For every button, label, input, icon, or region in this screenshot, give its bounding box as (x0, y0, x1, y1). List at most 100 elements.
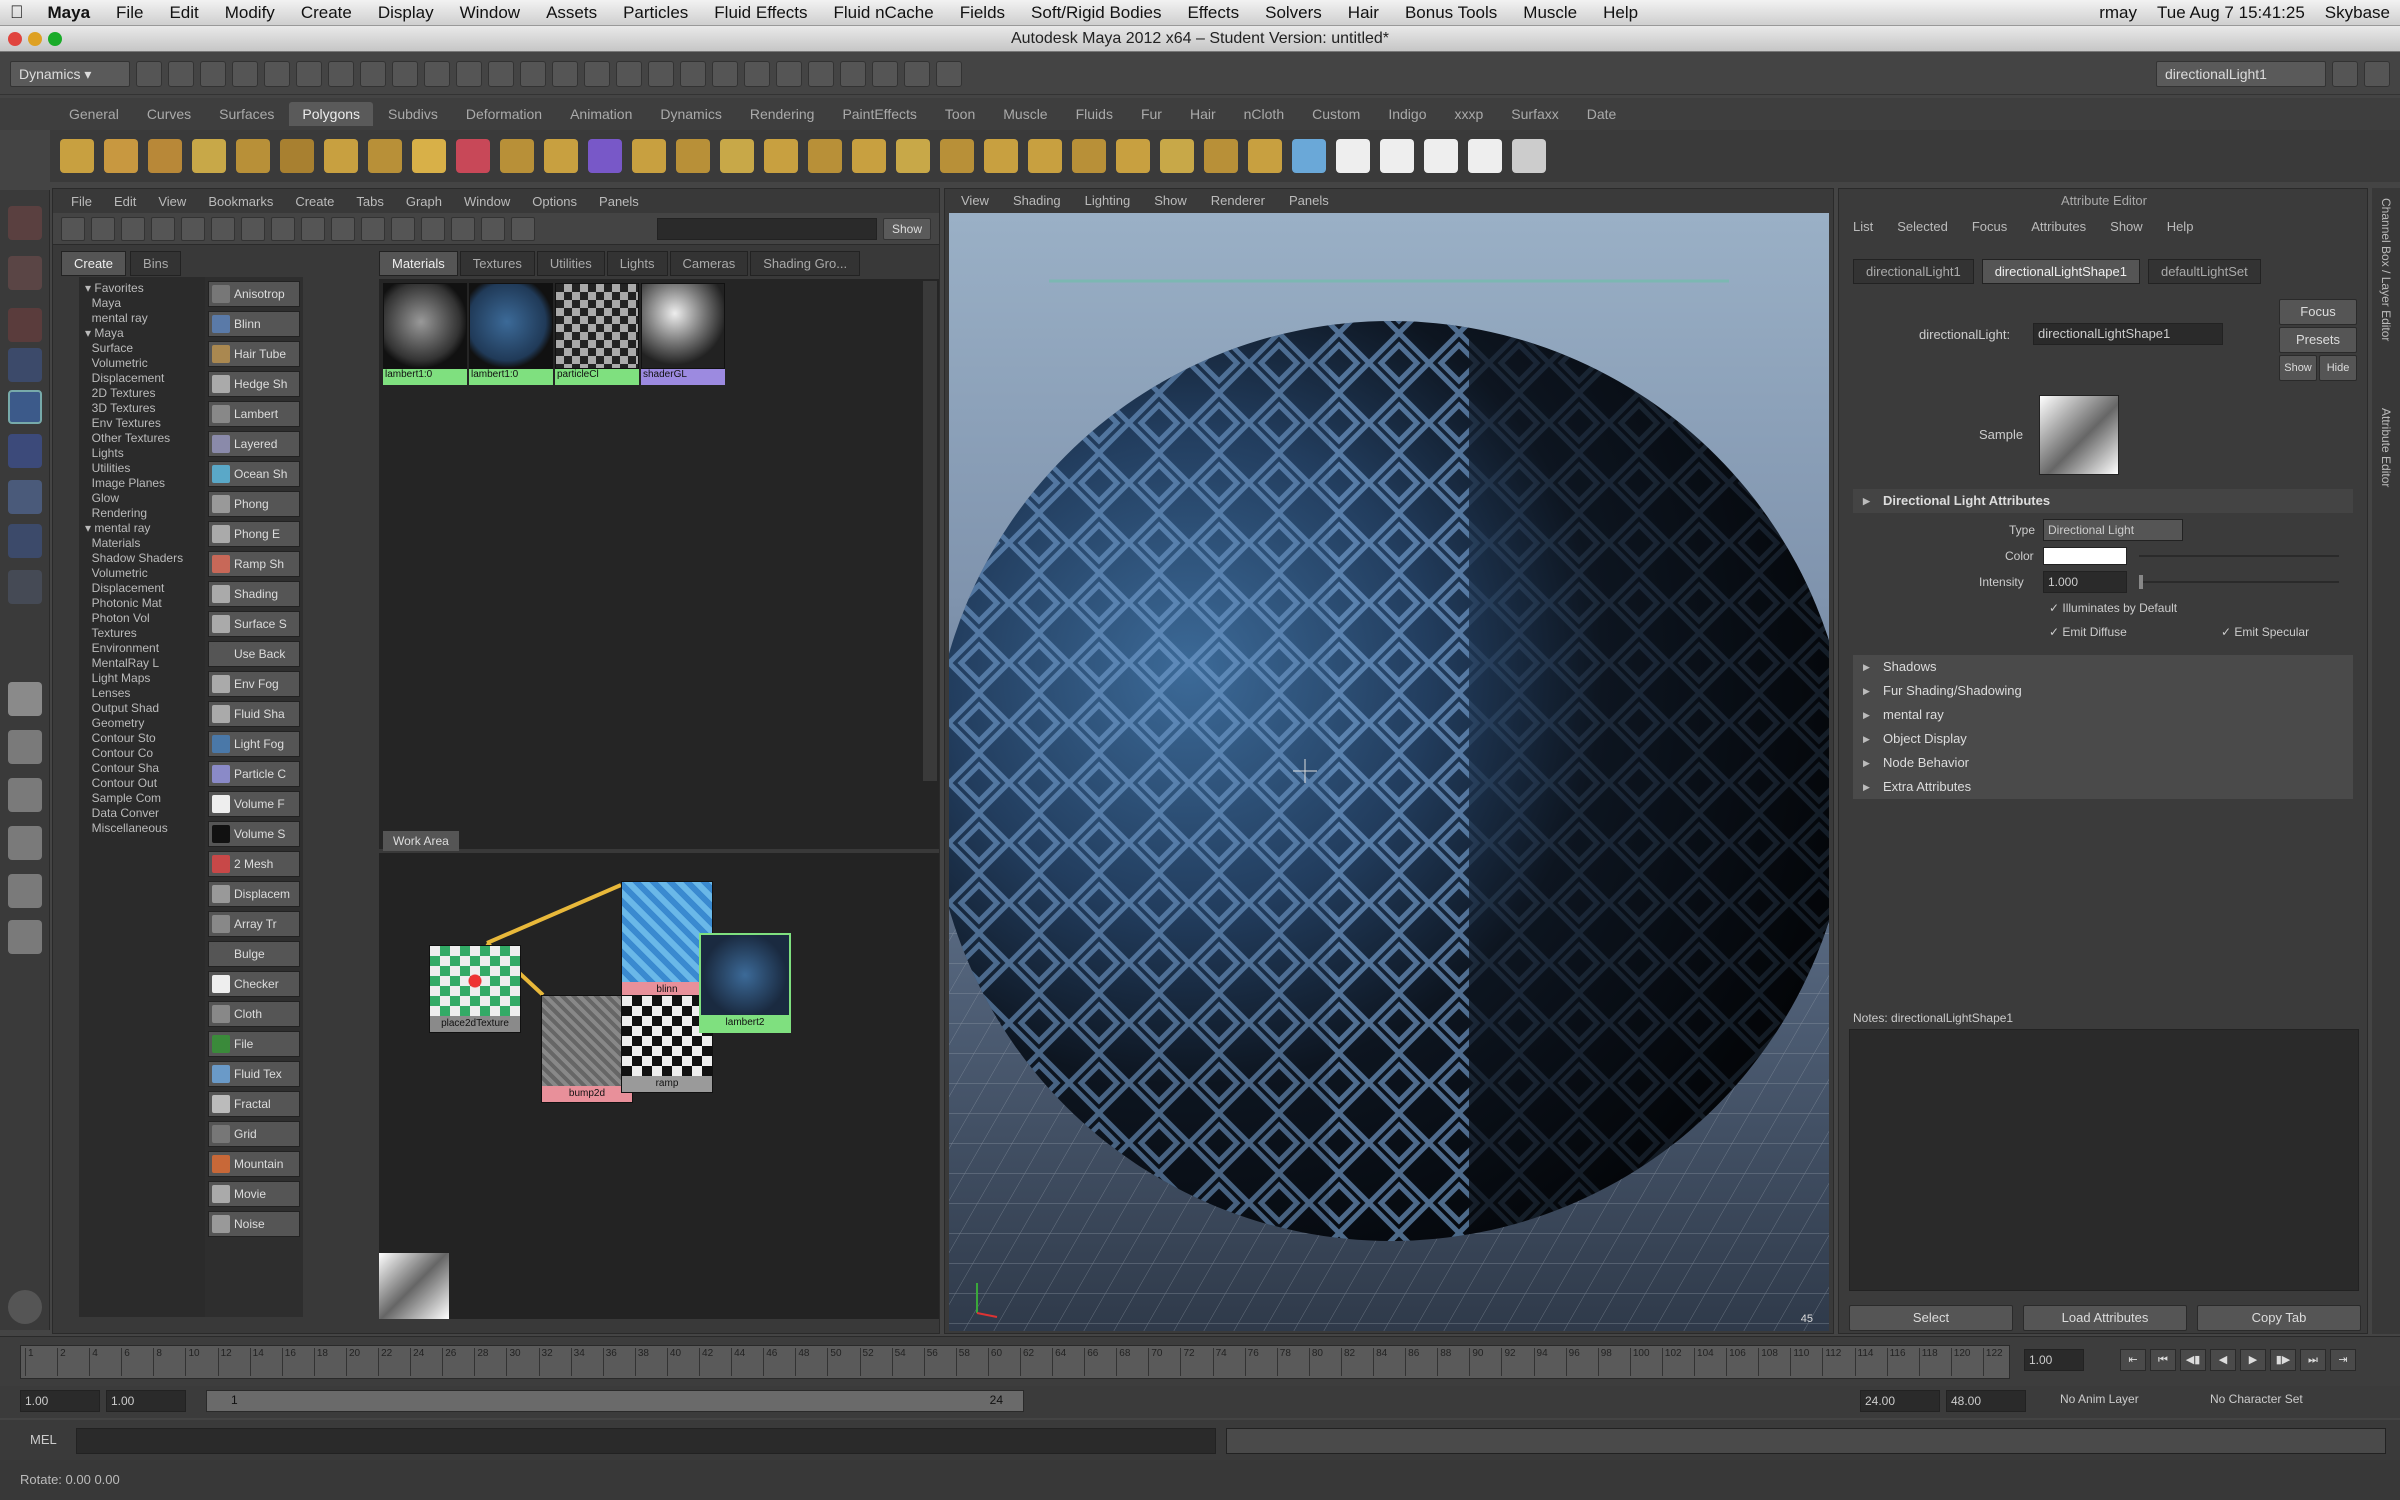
playback-control-button[interactable]: ▶ (2240, 1349, 2266, 1371)
minimize-window-button[interactable] (28, 32, 42, 46)
create-node-button[interactable]: Noise (208, 1211, 300, 1237)
rotate-tool-icon[interactable] (8, 390, 42, 424)
shelf-tab[interactable]: Fluids (1063, 102, 1126, 126)
status-line-button[interactable] (840, 60, 866, 87)
time-slider[interactable]: 1 2 4 6 8 10 12 14 16 18 20 22 24 26 28 30 32 34 36 38 40 42 4… (0, 1336, 2400, 1386)
shelf-tab[interactable]: Toon (932, 102, 988, 126)
shelf-tool-icon[interactable] (676, 139, 710, 173)
shelf-tab[interactable]: Hair (1177, 102, 1229, 126)
create-node-button[interactable]: Hedge Sh (208, 371, 300, 397)
hypershade-menu-item[interactable]: Tabs (356, 194, 383, 209)
hypershade-toolbar-button[interactable] (451, 216, 475, 241)
playback-control-button[interactable]: ⏭ (2300, 1349, 2326, 1371)
load-attributes-button[interactable]: Load Attributes (2023, 1305, 2187, 1331)
viewport-menu-item[interactable]: Shading (1013, 193, 1061, 209)
shelf-tab[interactable]: Animation (557, 102, 645, 126)
status-line-button[interactable] (584, 60, 610, 87)
mac-menu-item[interactable]: Muscle (1523, 3, 1577, 23)
playback-start-field[interactable]: 1.00 (106, 1390, 186, 1412)
create-node-button[interactable]: Anisotrop (208, 281, 300, 307)
hypershade-material-tab[interactable]: Cameras (669, 251, 749, 276)
ae-collapsed-frame[interactable]: Node Behavior (1853, 751, 2353, 775)
shelf-tool-icon[interactable] (1248, 139, 1282, 173)
ae-menu-item[interactable]: Attributes (2031, 219, 2086, 234)
mac-menu-item[interactable]: File (116, 3, 143, 23)
show-button[interactable]: Show (2279, 355, 2317, 381)
hypershade-create-tab[interactable]: Create (61, 251, 127, 276)
mac-menu-item[interactable]: Edit (169, 3, 198, 23)
create-node-button[interactable]: Shading (208, 581, 300, 607)
shelf-tab[interactable]: General (56, 102, 132, 126)
viewport-menu-item[interactable]: View (961, 193, 989, 209)
mac-menu-item[interactable]: Bonus Tools (1405, 3, 1497, 23)
shelf-tool-icon[interactable] (852, 139, 886, 173)
playback-control-button[interactable]: ⏮ (2150, 1349, 2176, 1371)
hypershade-menu-item[interactable]: File (71, 194, 92, 209)
channel-box-side-tab[interactable]: Channel Box / Layer Editor (2379, 198, 2393, 341)
attribute-editor-side-tab[interactable]: Attribute Editor (2379, 408, 2393, 487)
soft-modification-icon[interactable] (8, 524, 42, 558)
work-area-tab[interactable]: Work Area (383, 831, 459, 851)
create-node-button[interactable]: File (208, 1031, 300, 1057)
shelf-tab[interactable]: Deformation (453, 102, 555, 126)
hypershade-toolbar-button[interactable] (61, 216, 85, 241)
status-line-button[interactable] (296, 60, 322, 87)
viewport-menu-item[interactable]: Lighting (1085, 193, 1131, 209)
focus-button[interactable]: Focus (2279, 299, 2357, 325)
emit-specular-checkbox[interactable]: ✓ Emit Specular (2221, 625, 2309, 639)
shelf-tool-icon[interactable] (1380, 139, 1414, 173)
shelf-tool-icon[interactable] (1204, 139, 1238, 173)
hypershade-menu-item[interactable]: Window (464, 194, 510, 209)
mac-menu-item[interactable]: Fluid Effects (714, 3, 807, 23)
mac-menu-item[interactable]: Hair (1348, 3, 1379, 23)
status-line-button[interactable] (616, 60, 642, 87)
shelf-tab[interactable]: Curves (134, 102, 204, 126)
shelf-tab[interactable]: Fur (1128, 102, 1175, 126)
ae-collapsed-frame[interactable]: mental ray (1853, 703, 2353, 727)
viewport-menu-item[interactable]: Panels (1289, 193, 1329, 209)
status-line-button[interactable] (520, 60, 546, 87)
status-line-button[interactable] (424, 60, 450, 87)
shelf-tool-icon[interactable] (280, 139, 314, 173)
shelf-tool-icon[interactable] (104, 139, 138, 173)
shelf-tool-icon[interactable] (1072, 139, 1106, 173)
custom-layout-icon[interactable] (8, 920, 42, 954)
hypershade-layout-icon[interactable] (8, 874, 42, 908)
create-node-button[interactable]: Phong (208, 491, 300, 517)
hypershade-material-tab[interactable]: Lights (606, 251, 668, 276)
select-button[interactable]: Select (1849, 1305, 2013, 1331)
apple-menu-icon[interactable]:  (10, 2, 24, 23)
anim-layer-dropdown[interactable]: No Anim Layer (2060, 1392, 2139, 1406)
hypershade-material-tab[interactable]: Utilities (536, 251, 605, 276)
create-node-button[interactable]: Lambert (208, 401, 300, 427)
shelf-tab[interactable]: Indigo (1375, 102, 1439, 126)
four-pane-layout-icon[interactable] (8, 730, 42, 764)
mac-menu-item[interactable]: Window (460, 3, 520, 23)
create-node-button[interactable]: Surface S (208, 611, 300, 637)
hypershade-material-tab[interactable]: Textures (459, 251, 535, 276)
create-node-button[interactable]: Hair Tube (208, 341, 300, 367)
status-line-button[interactable] (936, 60, 962, 87)
mac-menu-item[interactable]: Modify (225, 3, 275, 23)
create-node-button[interactable]: Fluid Tex (208, 1061, 300, 1087)
hypershade-menu-item[interactable]: Options (532, 194, 577, 209)
status-line-button[interactable] (488, 60, 514, 87)
end-time-field[interactable]: 48.00 (1946, 1390, 2026, 1412)
status-line-button[interactable] (552, 60, 578, 87)
mac-menu-item[interactable]: Soft/Rigid Bodies (1031, 3, 1161, 23)
shelf-tool-icon[interactable] (148, 139, 182, 173)
persp-outliner-layout-icon[interactable] (8, 778, 42, 812)
intensity-slider-thumb[interactable] (2139, 575, 2143, 589)
hypershade-toolbar-button[interactable] (271, 216, 295, 241)
shelf-tool-icon[interactable] (1160, 139, 1194, 173)
tool-settings-icon[interactable] (8, 1290, 42, 1324)
shelf-tab[interactable]: PaintEffects (829, 102, 929, 126)
hypershade-toolbar-button[interactable] (481, 216, 505, 241)
ae-node-tab[interactable]: directionalLightShape1 (1981, 259, 2140, 284)
mac-menu-item[interactable]: Help (1603, 3, 1638, 23)
shelf-tool-icon[interactable] (588, 139, 622, 173)
create-node-button[interactable]: Phong E (208, 521, 300, 547)
hypershade-menu-item[interactable]: Create (295, 194, 334, 209)
create-node-button[interactable]: Bulge (208, 941, 300, 967)
hypershade-menu-item[interactable]: Graph (406, 194, 442, 209)
